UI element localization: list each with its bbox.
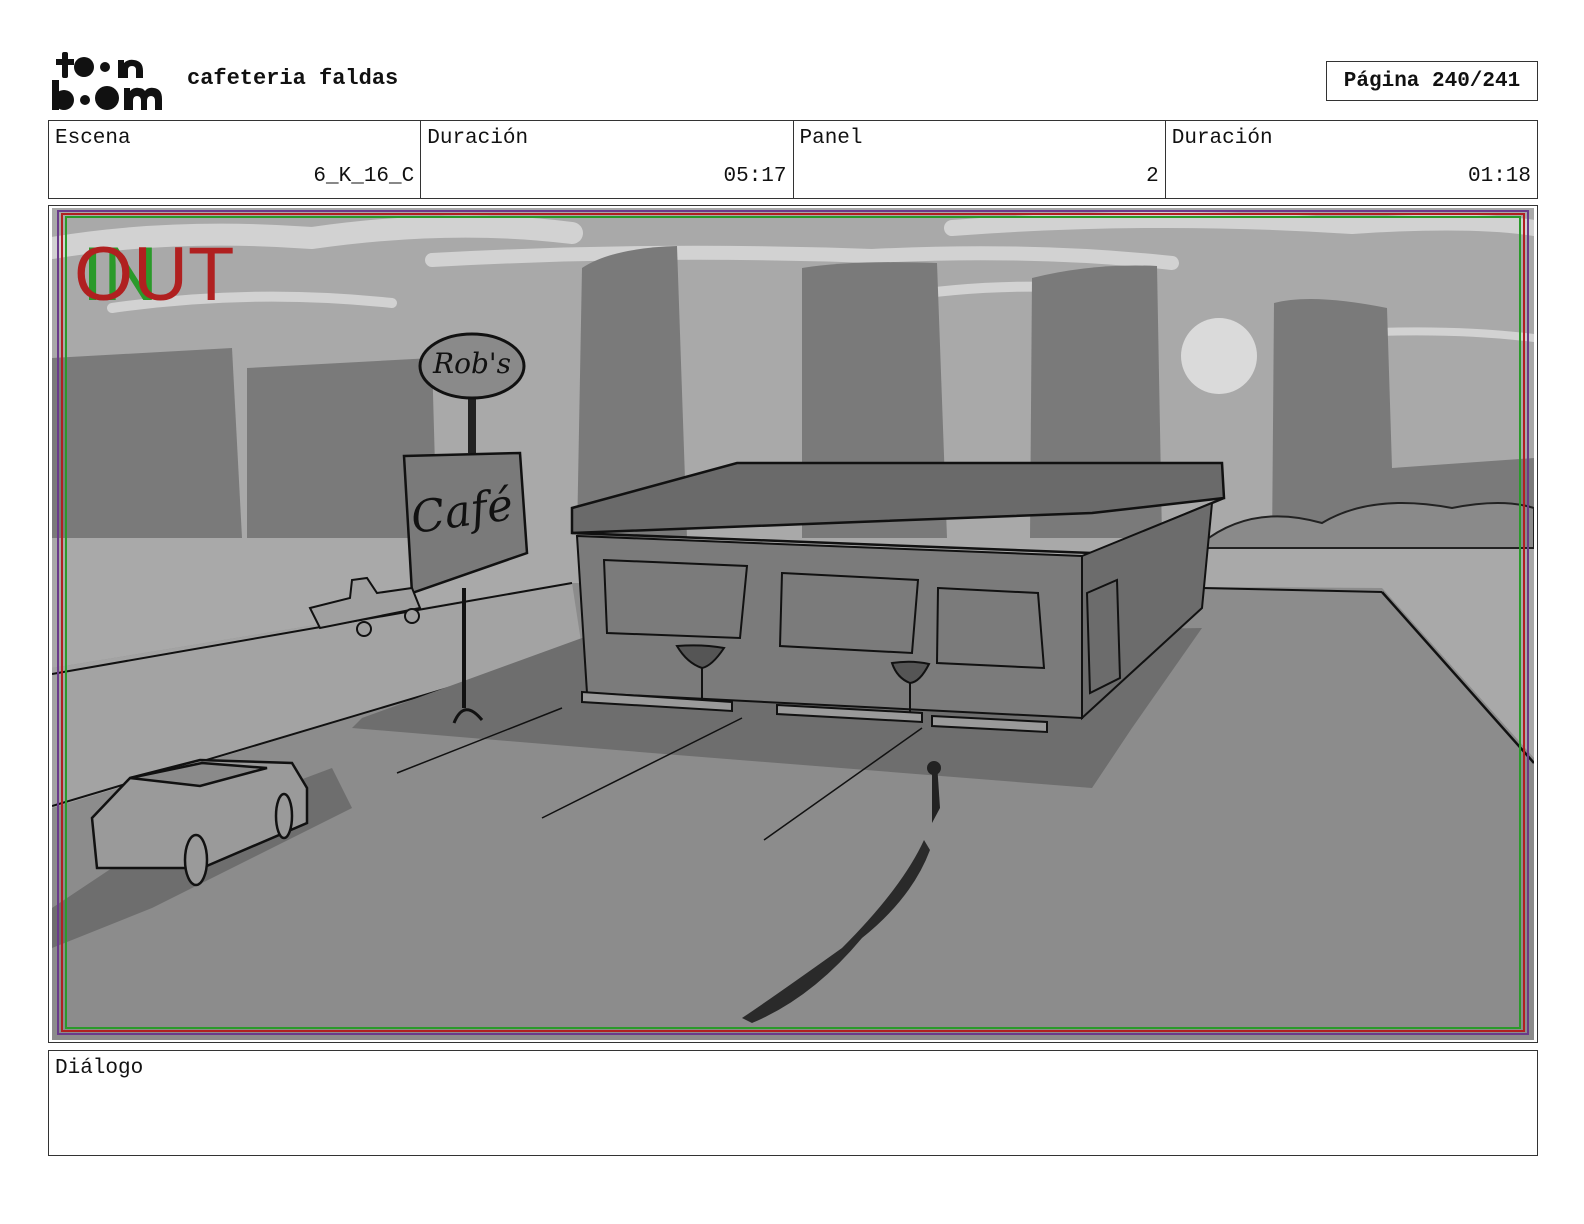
cafe-front <box>575 534 1083 720</box>
panel-value: 2 <box>1146 165 1159 188</box>
scene-duration-label: Duración <box>427 127 529 150</box>
scene-label: Escena <box>55 127 131 150</box>
panel-duration-label: Duración <box>1171 127 1273 150</box>
panel-duration-cell: Duración 01:18 <box>1166 121 1537 198</box>
page-label: Página 240/241 <box>1343 69 1521 93</box>
sign-top-text: Rob's <box>432 347 511 380</box>
sun <box>1181 318 1257 394</box>
panel-label: Panel <box>799 127 863 150</box>
storyboard-panel-image: Rob's Café IN OUT <box>52 208 1534 1040</box>
scene-info-table: Escena 6_K_16_C Duración 05:17 Panel 2 D… <box>48 120 1538 199</box>
dialog-label: Diálogo <box>55 1057 144 1080</box>
project-title: cafeteria faldas <box>187 66 399 91</box>
panel-cell: Panel 2 <box>794 121 1166 198</box>
scene-duration-value: 05:17 <box>723 165 787 188</box>
scene-duration-cell: Duración 05:17 <box>421 121 794 198</box>
out-marker: OUT <box>74 232 234 317</box>
toon-boom-logo <box>52 52 162 110</box>
scene-cell: Escena 6_K_16_C <box>49 121 422 198</box>
scene-value: 6_K_16_C <box>313 165 415 188</box>
panel-duration-value: 01:18 <box>1467 165 1531 188</box>
dialog-box: Diálogo <box>48 1050 1538 1156</box>
page-indicator: Página 240/241 <box>1326 61 1538 101</box>
